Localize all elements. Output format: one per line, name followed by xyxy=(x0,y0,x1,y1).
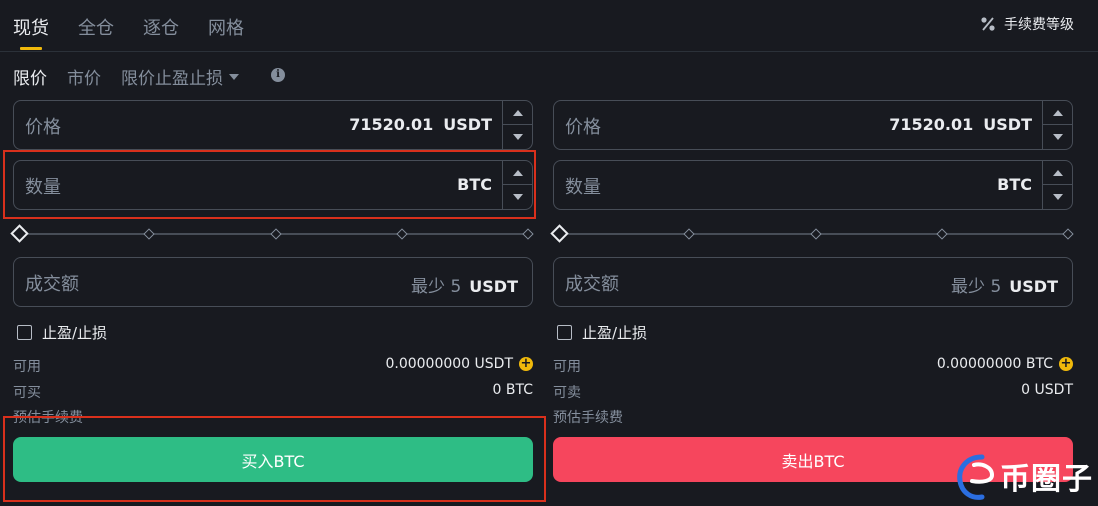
sell-amount-increment-button[interactable] xyxy=(1043,161,1072,185)
buy-total-unit: USDT xyxy=(469,277,518,296)
sell-price-increment-button[interactable] xyxy=(1043,101,1072,125)
fee-level-label: 手续费等级 xyxy=(1004,17,1074,33)
buy-amount-slider[interactable] xyxy=(10,224,534,243)
buy-available-label: 可用 xyxy=(13,359,41,375)
sell-price-input[interactable]: 价格 71520.01 USDT xyxy=(553,100,1073,150)
buy-tpsl-label: 止盈/止损 xyxy=(42,324,108,342)
buy-price-stepper xyxy=(502,101,532,149)
buy-price-value: 71520.01 USDT xyxy=(349,115,492,134)
tab-isolated-margin[interactable]: 逐仓 xyxy=(143,14,179,40)
sell-amount-unit: BTC xyxy=(997,175,1032,194)
sell-price-label: 价格 xyxy=(565,117,601,138)
sell-fee-label: 预估手续费 xyxy=(553,410,623,426)
caret-down-icon xyxy=(1052,194,1063,200)
watermark: 币圈子 xyxy=(952,446,1098,506)
buy-max-value: 0 BTC xyxy=(492,382,533,398)
buy-price-decrement-button[interactable] xyxy=(503,125,532,149)
deposit-plus-icon[interactable]: + xyxy=(519,357,533,371)
buy-price-unit: USDT xyxy=(443,115,492,134)
amount-highlight-box xyxy=(3,150,536,219)
sell-amount-label: 数量 xyxy=(565,177,601,198)
buy-tpsl-toggle[interactable]: 止盈/止损 xyxy=(17,322,107,343)
deposit-plus-icon[interactable]: + xyxy=(1059,357,1073,371)
order-type-selector: 限价 市价 限价止盈止损 xyxy=(13,64,259,89)
buy-total-value: 最少 5 USDT xyxy=(411,272,518,297)
sell-price-stepper xyxy=(1042,101,1072,149)
tab-cross-margin[interactable]: 全仓 xyxy=(78,14,114,40)
slider-handle[interactable] xyxy=(550,224,569,243)
slider-step-100[interactable] xyxy=(1062,228,1074,240)
slider-step-25[interactable] xyxy=(683,228,695,240)
buy-price-label: 价格 xyxy=(25,117,61,138)
caret-up-icon xyxy=(1052,109,1063,116)
buy-price-input[interactable]: 价格 71520.01 USDT xyxy=(13,100,533,150)
sell-price-number: 71520.01 xyxy=(889,115,974,134)
sell-tpsl-toggle[interactable]: 止盈/止损 xyxy=(557,322,647,343)
order-type-limit[interactable]: 限价 xyxy=(13,64,47,89)
fee-level-link[interactable]: 手续费等级 xyxy=(980,14,1074,34)
sell-max-value: 0 USDT xyxy=(1021,382,1073,398)
caret-up-icon xyxy=(512,109,523,116)
sell-available-label: 可用 xyxy=(553,359,581,375)
slider-step-50[interactable] xyxy=(810,228,822,240)
buy-max-label: 可买 xyxy=(13,385,41,401)
slider-step-100[interactable] xyxy=(522,228,534,240)
buy-price-number: 71520.01 xyxy=(349,115,434,134)
sell-available-row: 可用 0.00000000 BTC + xyxy=(553,354,1073,375)
sell-amount-decrement-button[interactable] xyxy=(1043,185,1072,209)
watermark-text: 币圈子 xyxy=(1000,462,1093,497)
slider-step-75[interactable] xyxy=(396,228,408,240)
sell-price-value: 71520.01 USDT xyxy=(889,115,1032,134)
sell-total-label: 成交额 xyxy=(565,274,619,295)
order-type-stop-limit-label: 限价止盈止损 xyxy=(121,68,223,89)
buy-available-value: 0.00000000 USDT xyxy=(385,356,513,372)
slider-step-25[interactable] xyxy=(143,228,155,240)
buy-max-row: 可买 0 BTC xyxy=(13,380,533,401)
sell-total-value: 最少 5 USDT xyxy=(951,272,1058,297)
sell-amount-stepper xyxy=(1042,161,1072,209)
buy-available-row: 可用 0.00000000 USDT + xyxy=(13,354,533,375)
sell-max-label: 可卖 xyxy=(553,385,581,401)
order-type-stop-limit[interactable]: 限价止盈止损 xyxy=(121,64,239,89)
caret-down-icon xyxy=(512,134,523,140)
sell-tpsl-label: 止盈/止损 xyxy=(582,324,648,342)
sell-max-row: 可卖 0 USDT xyxy=(553,380,1073,401)
tab-grid[interactable]: 网格 xyxy=(208,14,244,40)
sell-total-unit: USDT xyxy=(1009,277,1058,296)
watermark-logo-icon xyxy=(957,454,995,500)
buy-total-label: 成交额 xyxy=(25,274,79,295)
sell-price-decrement-button[interactable] xyxy=(1043,125,1072,149)
slider-step-75[interactable] xyxy=(936,228,948,240)
sell-tpsl-checkbox[interactable] xyxy=(557,325,572,340)
chevron-down-icon xyxy=(229,74,239,80)
active-tab-indicator xyxy=(20,47,42,50)
buy-total-min: 最少 5 xyxy=(411,277,462,297)
info-icon[interactable]: i xyxy=(271,68,285,82)
sell-fee-row: 预估手续费 xyxy=(553,405,1073,426)
sell-available-value: 0.00000000 BTC xyxy=(936,356,1053,372)
slider-handle[interactable] xyxy=(10,224,29,243)
trade-mode-tabs: 现货 全仓 逐仓 网格 手续费等级 xyxy=(0,0,1098,52)
sell-total-input[interactable]: 成交额 最少 5 USDT xyxy=(553,257,1073,307)
buy-total-input[interactable]: 成交额 最少 5 USDT xyxy=(13,257,533,307)
sell-price-unit: USDT xyxy=(983,115,1032,134)
sell-amount-input[interactable]: 数量 BTC xyxy=(553,160,1073,210)
buy-tpsl-checkbox[interactable] xyxy=(17,325,32,340)
caret-up-icon xyxy=(1052,169,1063,176)
tab-spot[interactable]: 现货 xyxy=(13,14,49,40)
buy-price-increment-button[interactable] xyxy=(503,101,532,125)
percent-icon xyxy=(980,16,996,32)
sell-total-min: 最少 5 xyxy=(951,277,1002,297)
slider-step-50[interactable] xyxy=(270,228,282,240)
order-type-market[interactable]: 市价 xyxy=(67,64,101,89)
sell-amount-slider[interactable] xyxy=(550,224,1074,243)
caret-down-icon xyxy=(1052,134,1063,140)
sell-amount-value: BTC xyxy=(997,175,1032,194)
buy-button-highlight-box xyxy=(3,416,546,502)
